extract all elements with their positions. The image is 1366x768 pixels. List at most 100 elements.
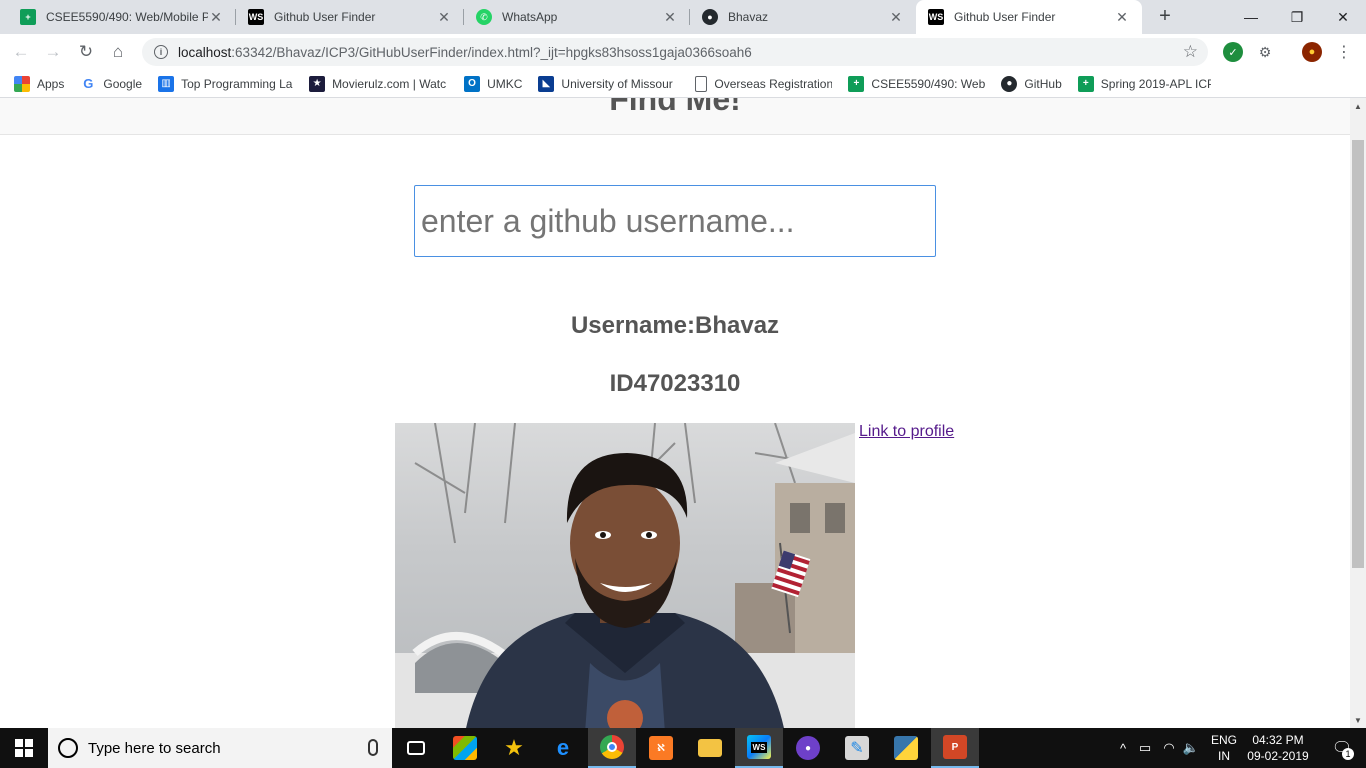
reload-button[interactable]: ↻	[74, 40, 98, 64]
bookmark-github[interactable]: ● GitHub	[1001, 75, 1062, 92]
store-icon	[453, 736, 477, 760]
bookmark-google[interactable]: G Google	[80, 75, 143, 92]
battery-icon[interactable]: ▭	[1132, 740, 1158, 756]
taskbar-search-box[interactable]: Type here to search	[48, 728, 392, 768]
page-title: Find Me!	[609, 98, 741, 117]
store-taskbar-button[interactable]	[441, 728, 489, 768]
github-desktop-taskbar-button[interactable]: ●	[784, 728, 832, 768]
webstorm-taskbar-button[interactable]: WS	[735, 728, 783, 768]
taskbar-search-placeholder: Type here to search	[88, 739, 221, 757]
close-icon[interactable]: ✕	[662, 9, 678, 26]
xampp-taskbar-button[interactable]: ℵ	[637, 728, 685, 768]
tab-strip: + CSEE5590/490: Web/Mobile Pr ✕ WS Githu…	[0, 0, 1366, 34]
new-tab-button[interactable]: +	[1154, 5, 1176, 27]
paint-palette-icon: ✎	[845, 736, 869, 760]
paint-taskbar-button[interactable]: ✎	[833, 728, 881, 768]
tab-title: Github User Finder	[954, 10, 1056, 24]
home-button[interactable]: ⌂	[106, 40, 130, 64]
close-icon[interactable]: ✕	[888, 9, 904, 26]
restore-button[interactable]: ❐	[1274, 0, 1320, 34]
sheets-icon: +	[20, 9, 36, 25]
shield-extension-icon[interactable]: ✓	[1223, 42, 1243, 62]
taskbar-clock[interactable]: 04:32 PM 09-02-2019	[1244, 732, 1312, 764]
tab-bhavaz[interactable]: ● Bhavaz ✕	[690, 0, 916, 34]
close-icon[interactable]: ✕	[208, 9, 224, 26]
address-bar[interactable]: i localhost:63342/Bhavaz/ICP3/GitHubUser…	[142, 38, 1208, 66]
url-text[interactable]: localhost:63342/Bhavaz/ICP3/GitHubUserFi…	[178, 45, 752, 60]
info-icon[interactable]: i	[154, 45, 168, 59]
sheets-icon: +	[1077, 75, 1094, 92]
edge-taskbar-button[interactable]: e	[539, 728, 587, 768]
chevron-up-icon[interactable]: ^	[1114, 741, 1132, 756]
page-header: Find Me!	[0, 98, 1350, 135]
bookmark-umkc[interactable]: O UMKC	[464, 75, 522, 92]
tab-github-user-finder-active[interactable]: WS Github User Finder ✕	[916, 0, 1142, 34]
python-taskbar-button[interactable]	[882, 728, 930, 768]
bookmark-label: Overseas Registration	[714, 76, 833, 91]
wifi-icon[interactable]: ◠	[1158, 740, 1180, 756]
scroll-down-icon[interactable]: ▼	[1350, 712, 1366, 728]
clock-time: 04:32 PM	[1252, 733, 1304, 747]
app-star-taskbar-button[interactable]: ★	[490, 728, 538, 768]
language-indicator[interactable]: ENG IN	[1206, 732, 1242, 764]
folder-icon	[698, 739, 722, 757]
username-heading: Username:Bhavaz	[570, 312, 780, 339]
powerpoint-taskbar-button[interactable]: P	[931, 728, 979, 768]
tab-github-user-finder[interactable]: WS Github User Finder ✕	[236, 0, 464, 34]
page-scrollbar[interactable]: ▲ ▼	[1350, 98, 1366, 728]
forward-button[interactable]: →	[41, 40, 65, 64]
file-explorer-taskbar-button[interactable]	[686, 728, 734, 768]
bookmark-label: Movierulz.com | Watc	[332, 76, 447, 91]
bookmark-apps[interactable]: Apps	[14, 75, 64, 92]
tab-title: WhatsApp	[502, 10, 558, 24]
back-button[interactable]: ←	[9, 40, 33, 64]
language-code: ENG	[1210, 733, 1237, 747]
close-window-button[interactable]: ✕	[1320, 0, 1366, 34]
windows-start-button[interactable]	[0, 728, 48, 768]
user-id-heading: ID47023310	[609, 370, 741, 397]
clock-date: 09-02-2019	[1247, 749, 1309, 763]
bookmark-csee[interactable]: + CSEE5590/490: Web/	[848, 75, 986, 92]
github-username-input[interactable]	[414, 185, 936, 257]
tab-whatsapp[interactable]: ✆ WhatsApp ✕	[464, 0, 690, 34]
bookmark-label: Google	[103, 76, 143, 91]
bookmark-star-icon[interactable]: ☆	[1183, 42, 1198, 62]
github-desktop-icon: ●	[796, 736, 820, 760]
bookmark-top-programming[interactable]: ▥ Top Programming La	[158, 75, 293, 92]
bookmark-movierulz[interactable]: ★ Movierulz.com | Watc	[309, 75, 448, 92]
movierulz-icon: ★	[309, 75, 326, 92]
minimize-button[interactable]: —	[1228, 0, 1274, 34]
profile-link[interactable]: Link to profile	[859, 423, 954, 441]
bookmark-label: GitHub	[1024, 76, 1062, 91]
close-icon[interactable]: ✕	[1114, 9, 1130, 26]
github-icon: ●	[702, 9, 718, 25]
python-icon	[894, 736, 918, 760]
star-app-icon: ★	[504, 735, 524, 760]
user-avatar-photo	[395, 423, 855, 728]
region-code: IN	[1218, 749, 1230, 763]
extension-icon[interactable]: ⚙	[1255, 42, 1275, 62]
close-icon[interactable]: ✕	[436, 9, 452, 26]
profile-avatar[interactable]: ●	[1302, 42, 1322, 62]
action-center-button[interactable]: 🗨 1	[1318, 728, 1366, 768]
system-tray: ^ ▭ ◠ 🔈	[1114, 728, 1202, 768]
bookmark-university[interactable]: ◣ University of Missour	[538, 75, 679, 92]
bookmark-spring-apl[interactable]: + Spring 2019-APL ICP	[1077, 75, 1211, 92]
tab-title: Bhavaz	[728, 10, 769, 24]
notification-count-badge: 1	[1342, 748, 1354, 760]
scrollbar-thumb[interactable]	[1352, 140, 1364, 568]
task-view-icon	[407, 741, 425, 755]
university-icon: ◣	[538, 75, 555, 92]
microphone-icon[interactable]	[368, 739, 378, 756]
chrome-taskbar-button[interactable]	[588, 728, 636, 768]
menu-icon[interactable]: ⋮	[1334, 42, 1354, 62]
bookmark-overseas[interactable]: Overseas Registration	[695, 75, 833, 92]
powerpoint-icon: P	[943, 735, 967, 759]
tab-csee[interactable]: + CSEE5590/490: Web/Mobile Pr ✕	[8, 0, 236, 34]
bookmarks-bar: Apps G Google ▥ Top Programming La ★ Mov…	[0, 70, 1366, 98]
chrome-icon	[600, 735, 624, 759]
volume-muted-icon[interactable]: 🔈	[1180, 740, 1202, 756]
scroll-up-icon[interactable]: ▲	[1350, 98, 1366, 114]
task-view-button[interactable]	[392, 728, 440, 768]
bookmark-label: CSEE5590/490: Web/	[871, 76, 986, 91]
